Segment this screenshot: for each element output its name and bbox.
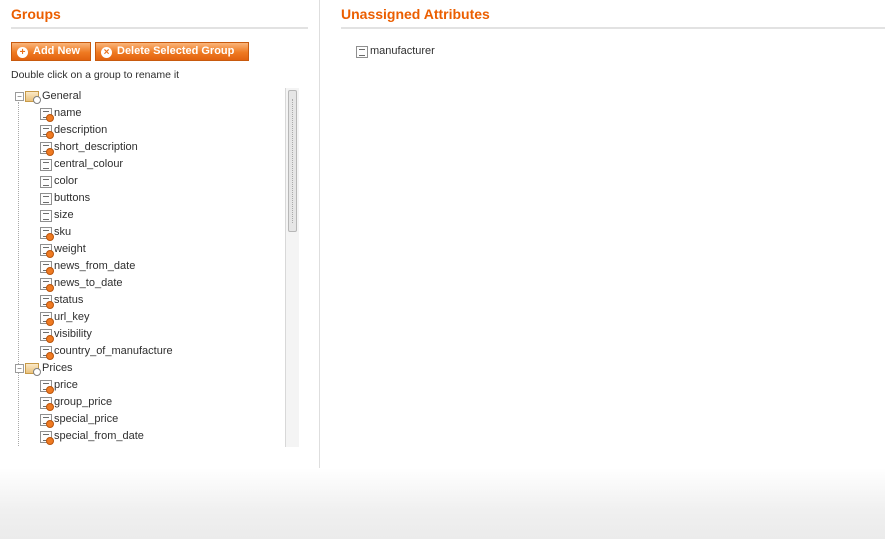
attribute-icon xyxy=(40,260,54,275)
attribute-icon xyxy=(40,107,54,122)
tree-attribute-label: size xyxy=(54,209,74,221)
tree-attribute-node[interactable]: color xyxy=(40,173,78,190)
tree-attribute-node[interactable]: news_to_date xyxy=(40,275,123,292)
unassigned-panel: Unassigned Attributes manufacturer xyxy=(320,0,885,468)
attribute-icon xyxy=(40,311,54,326)
tree-attribute-node[interactable]: price xyxy=(40,377,78,394)
tree-attribute-node[interactable]: visibility xyxy=(40,326,92,343)
unassigned-attribute-label: manufacturer xyxy=(370,45,435,57)
delete-group-label: Delete Selected Group xyxy=(117,45,235,57)
tree-attribute-label: url_key xyxy=(54,311,90,323)
collapse-toggle-icon[interactable]: − xyxy=(15,364,24,373)
attribute-icon xyxy=(40,430,54,445)
attribute-icon xyxy=(40,209,52,222)
attribute-icon xyxy=(40,141,54,156)
attribute-icon xyxy=(40,192,52,205)
attribute-icon xyxy=(40,379,54,394)
tree-group-node[interactable]: − General xyxy=(15,88,82,105)
unassigned-title: Unassigned Attributes xyxy=(341,5,885,29)
attribute-icon xyxy=(40,277,54,292)
group-folder-icon xyxy=(25,91,41,104)
tree-group-node[interactable]: − Prices xyxy=(15,360,73,377)
plus-icon: + xyxy=(17,47,28,58)
collapse-toggle-icon[interactable]: − xyxy=(15,92,24,101)
attribute-icon xyxy=(40,328,54,343)
tree-attribute-node[interactable]: special_price xyxy=(40,411,118,428)
tree-attribute-label: special_price xyxy=(54,413,119,425)
tree-attribute-node[interactable]: news_from_date xyxy=(40,258,135,275)
delete-selected-group-button[interactable]: × Delete Selected Group xyxy=(95,42,249,61)
tree-attribute-node[interactable]: url_key xyxy=(40,309,89,326)
tree-connector-line xyxy=(18,102,19,447)
attribute-icon xyxy=(40,226,54,241)
delete-icon: × xyxy=(101,47,112,58)
attribute-icon xyxy=(40,158,52,171)
tree-attribute-label: short_description xyxy=(54,141,138,153)
add-new-group-button[interactable]: + Add New xyxy=(11,42,91,61)
tree-attribute-label: visibility xyxy=(54,328,92,340)
tree-attribute-label: country_of_manufacture xyxy=(54,345,173,357)
tree-attribute-node[interactable]: group_price xyxy=(40,394,112,411)
tree-attribute-label: weight xyxy=(54,243,86,255)
tree-attribute-node[interactable]: buttons xyxy=(40,190,90,207)
tree-attribute-node[interactable]: special_from_date xyxy=(40,428,144,445)
unassigned-attribute-node[interactable]: manufacturer xyxy=(356,43,435,60)
tree-scrollbar[interactable] xyxy=(285,88,299,447)
tree-scrollbar-thumb[interactable] xyxy=(288,90,297,232)
rename-hint: Double click on a group to rename it xyxy=(11,69,180,81)
attribute-icon xyxy=(40,294,54,309)
groups-title: Groups xyxy=(11,5,308,29)
attribute-icon xyxy=(40,345,54,360)
tree-attribute-node[interactable]: central_colour xyxy=(40,156,123,173)
tree-attribute-label: news_to_date xyxy=(54,277,123,289)
attribute-icon xyxy=(40,124,54,139)
tree-attribute-label: news_from_date xyxy=(54,260,136,272)
tree-attribute-node[interactable]: name xyxy=(40,105,82,122)
tree-attribute-node[interactable]: size xyxy=(40,207,74,224)
tree-group-label: Prices xyxy=(42,362,73,374)
tree-attribute-node[interactable]: weight xyxy=(40,241,86,258)
attribute-icon xyxy=(40,396,54,411)
tree-attribute-label: central_colour xyxy=(54,158,124,170)
tree-attribute-label: group_price xyxy=(54,396,113,408)
tree-attribute-node[interactable]: sku xyxy=(40,224,71,241)
tree-attribute-node[interactable]: short_description xyxy=(40,139,138,156)
tree-attribute-label: color xyxy=(54,175,78,187)
tree-attribute-label: status xyxy=(54,294,84,306)
tree-attribute-label: price xyxy=(54,379,78,391)
add-new-label: Add New xyxy=(33,45,81,57)
attribute-icon xyxy=(40,175,52,188)
tree-attribute-label: special_from_date xyxy=(54,430,144,442)
tree-group-label: General xyxy=(42,90,82,102)
tree-attribute-label: buttons xyxy=(54,192,91,204)
page-footer-area xyxy=(0,468,885,539)
tree-attribute-label: sku xyxy=(54,226,72,238)
tree-attribute-node[interactable]: description xyxy=(40,122,107,139)
attribute-icon xyxy=(40,243,54,258)
tree-attribute-node[interactable]: status xyxy=(40,292,83,309)
tree-attribute-label: description xyxy=(54,124,108,136)
group-folder-icon xyxy=(25,363,41,376)
tree-attribute-label: name xyxy=(54,107,82,119)
attribute-icon xyxy=(356,45,368,58)
groups-tree[interactable]: − General name description short_description… xyxy=(11,88,299,447)
attribute-icon xyxy=(40,413,54,428)
tree-attribute-node[interactable]: country_of_manufacture xyxy=(40,343,173,360)
